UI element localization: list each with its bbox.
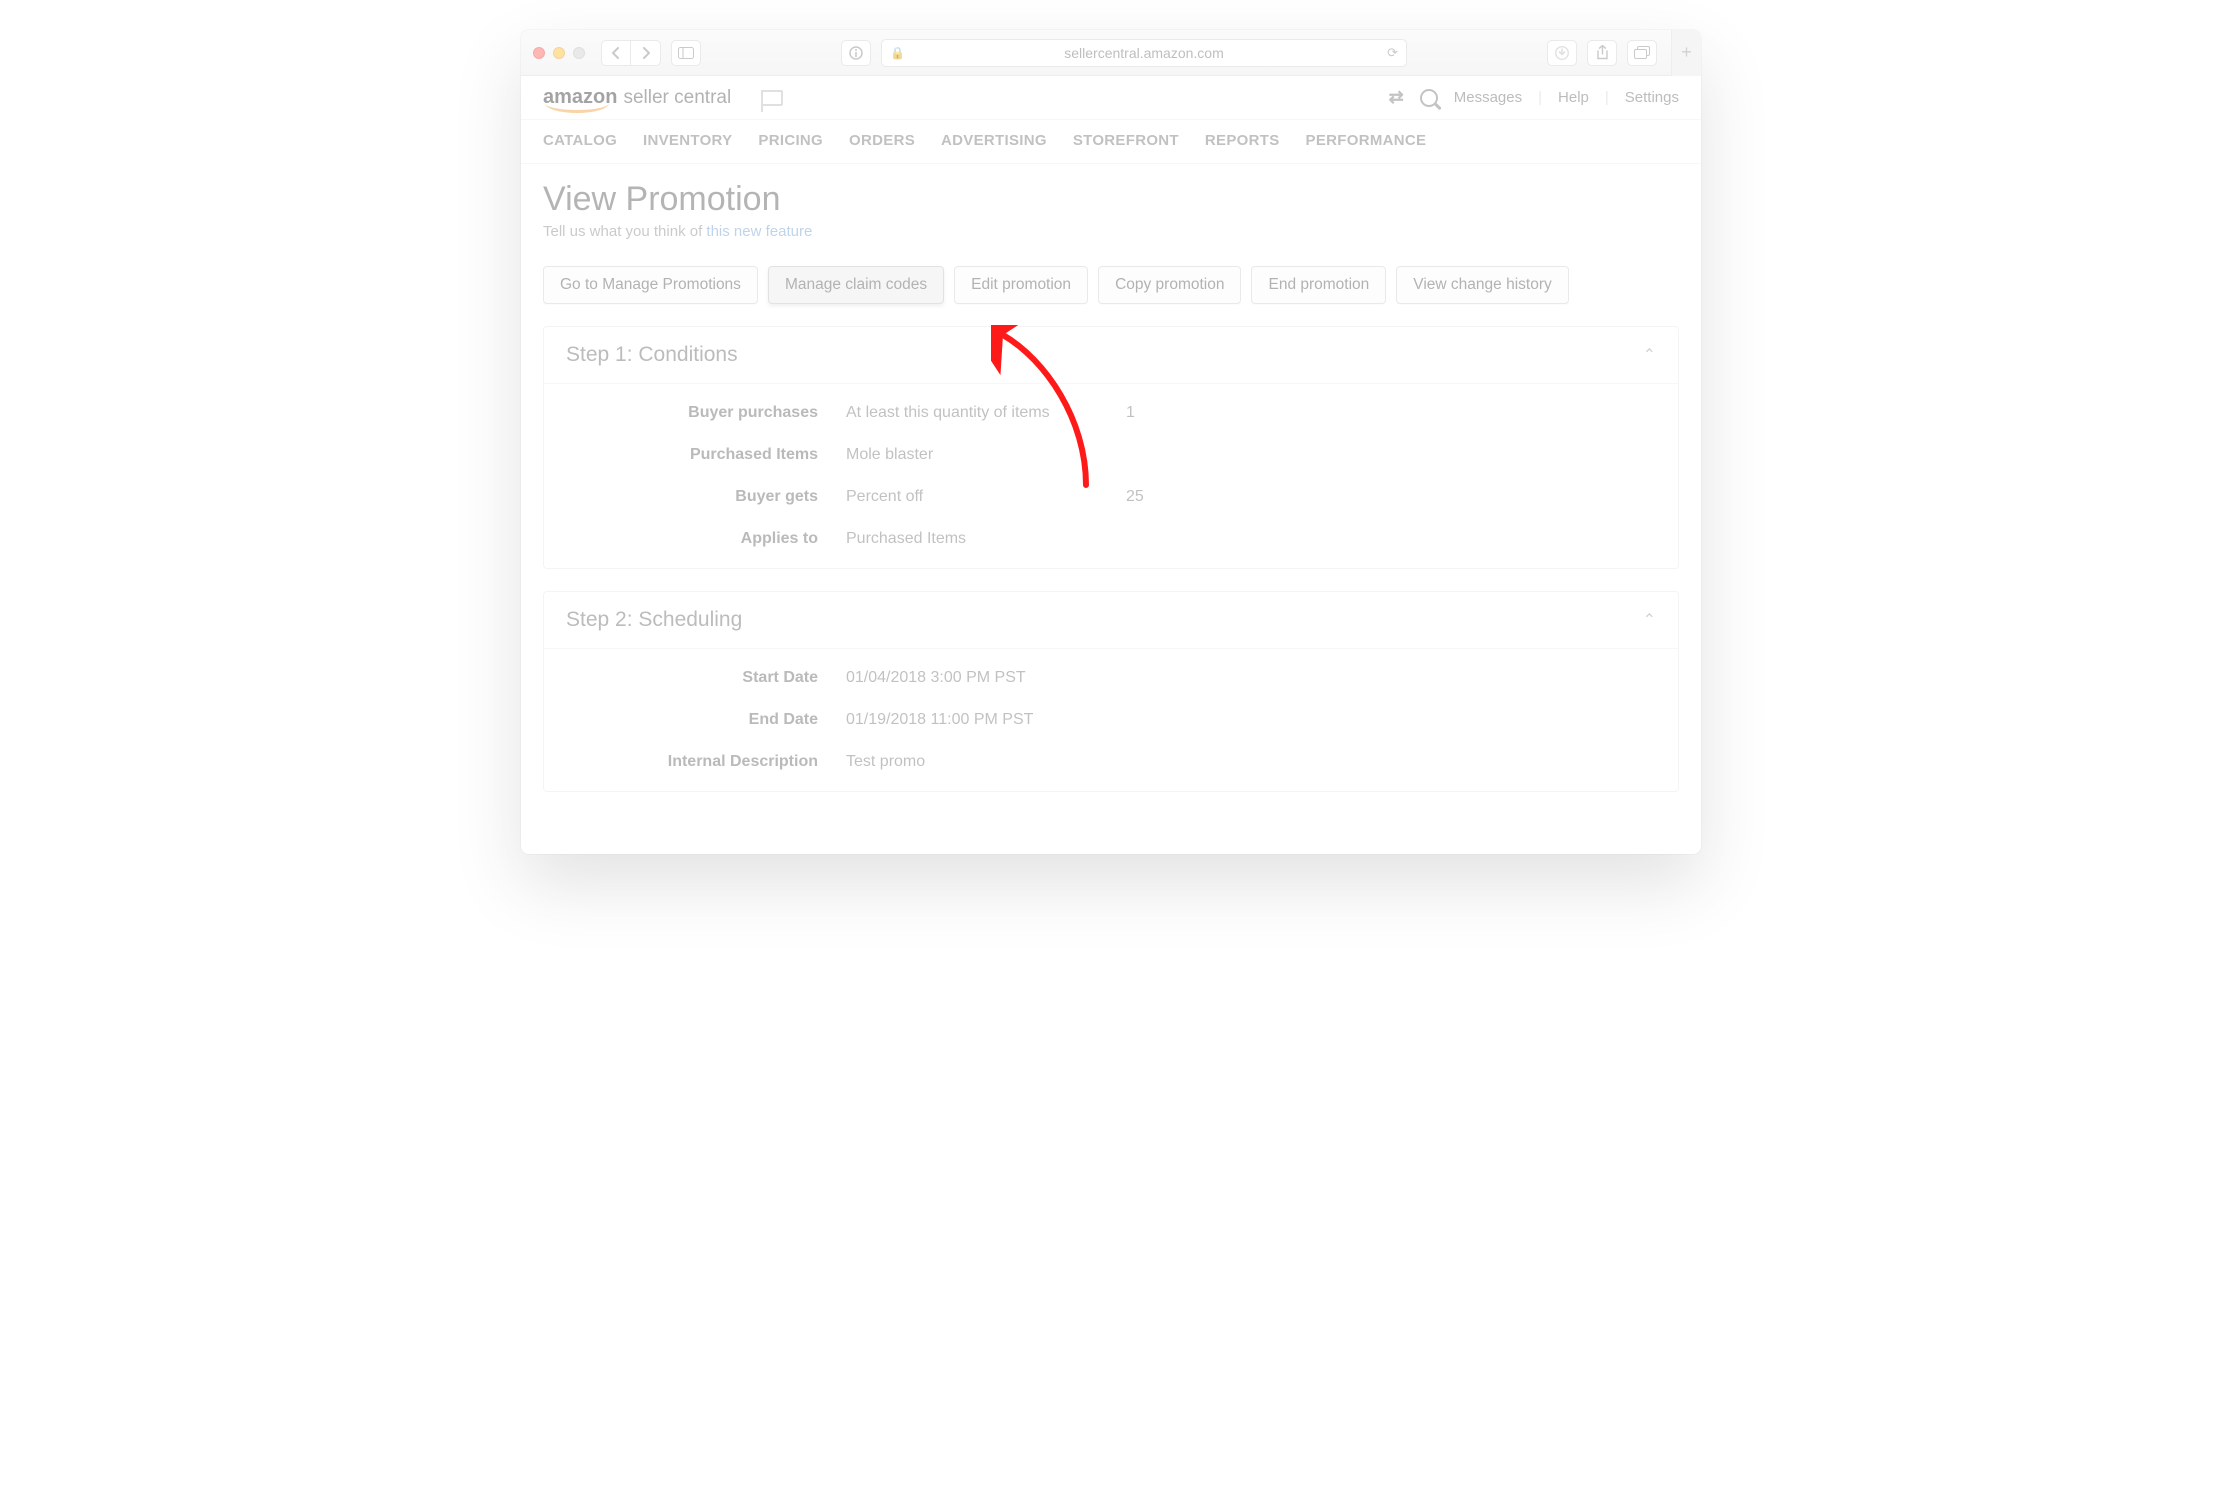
label-buyer-gets: Buyer gets <box>566 488 846 506</box>
chevron-right-icon <box>641 47 651 59</box>
nav-storefront[interactable]: STOREFRONT <box>1073 132 1179 149</box>
forward-button[interactable] <box>631 40 661 66</box>
browser-window: 🔒 sellercentral.amazon.com ⟳ + amazon se… <box>521 30 1701 854</box>
zoom-window-button[interactable] <box>573 47 585 59</box>
step1-header[interactable]: Step 1: Conditions ⌃ <box>544 327 1678 383</box>
lock-icon: 🔒 <box>890 46 905 60</box>
header-link-messages[interactable]: Messages <box>1454 89 1522 106</box>
chevron-left-icon <box>611 47 621 59</box>
manage-claim-codes-button[interactable]: Manage claim codes <box>768 266 944 304</box>
marketplace-flag-icon[interactable] <box>761 90 783 106</box>
step1-panel: Step 1: Conditions ⌃ Buyer purchasesAt l… <box>543 326 1679 569</box>
value-start-date: 01/04/2018 3:00 PM PST <box>846 669 1656 687</box>
value-internal-description: Test promo <box>846 753 1656 771</box>
go-to-manage-promotions-button[interactable]: Go to Manage Promotions <box>543 266 758 304</box>
url-text: sellercentral.amazon.com <box>1064 45 1224 61</box>
page-title: View Promotion <box>543 180 1679 219</box>
brand-amazon: amazon <box>543 86 617 109</box>
site-header: amazon seller central ⇄ Messages | Help … <box>521 76 1701 120</box>
step2-title: Step 2: Scheduling <box>566 608 742 632</box>
sidebar-toggle-button[interactable] <box>671 40 701 66</box>
label-internal-description: Internal Description <box>566 753 846 771</box>
header-link-settings[interactable]: Settings <box>1625 89 1679 106</box>
label-start-date: Start Date <box>566 669 846 687</box>
tabs-button[interactable] <box>1627 40 1657 66</box>
share-button[interactable] <box>1587 40 1617 66</box>
step2-header[interactable]: Step 2: Scheduling ⌃ <box>544 592 1678 648</box>
primary-nav: CATALOG INVENTORY PRICING ORDERS ADVERTI… <box>521 120 1701 164</box>
label-buyer-purchases: Buyer purchases <box>566 404 846 422</box>
divider: | <box>1538 89 1542 106</box>
site-info-button[interactable] <box>841 40 871 66</box>
reload-icon[interactable]: ⟳ <box>1387 45 1398 61</box>
nav-inventory[interactable]: INVENTORY <box>643 132 732 149</box>
brand-logo[interactable]: amazon seller central <box>543 86 731 109</box>
action-bar: Go to Manage Promotions Manage claim cod… <box>543 266 1679 304</box>
feedback-link[interactable]: this new feature <box>706 223 812 240</box>
window-controls <box>533 47 585 59</box>
address-bar[interactable]: 🔒 sellercentral.amazon.com ⟳ <box>881 39 1407 67</box>
back-button[interactable] <box>601 40 631 66</box>
copy-promotion-button[interactable]: Copy promotion <box>1098 266 1241 304</box>
info-icon <box>849 46 863 60</box>
tabs-icon <box>1634 46 1650 59</box>
minimize-window-button[interactable] <box>553 47 565 59</box>
downloads-button[interactable] <box>1547 40 1577 66</box>
panel-icon <box>678 47 694 59</box>
close-window-button[interactable] <box>533 47 545 59</box>
search-icon[interactable] <box>1420 89 1438 107</box>
nav-catalog[interactable]: CATALOG <box>543 132 617 149</box>
label-end-date: End Date <box>566 711 846 729</box>
page: amazon seller central ⇄ Messages | Help … <box>521 76 1701 854</box>
browser-toolbar: 🔒 sellercentral.amazon.com ⟳ + <box>521 30 1701 76</box>
header-link-help[interactable]: Help <box>1558 89 1589 106</box>
view-change-history-button[interactable]: View change history <box>1396 266 1568 304</box>
feedback-line: Tell us what you think of this new featu… <box>543 223 1679 240</box>
nav-advertising[interactable]: ADVERTISING <box>941 132 1047 149</box>
divider: | <box>1605 89 1609 106</box>
brand-seller-central: seller central <box>623 87 731 109</box>
new-tab-button[interactable]: + <box>1671 30 1701 76</box>
switch-icon[interactable]: ⇄ <box>1389 87 1404 108</box>
chevron-up-icon: ⌃ <box>1643 345 1656 365</box>
value-applies-to: Purchased Items <box>846 530 1656 548</box>
value-purchased-items: Mole blaster <box>846 446 1656 464</box>
label-purchased-items: Purchased Items <box>566 446 846 464</box>
nav-orders[interactable]: ORDERS <box>849 132 915 149</box>
step2-panel: Step 2: Scheduling ⌃ Start Date01/04/201… <box>543 591 1679 792</box>
nav-performance[interactable]: PERFORMANCE <box>1306 132 1427 149</box>
download-icon <box>1555 46 1569 60</box>
nav-reports[interactable]: REPORTS <box>1205 132 1280 149</box>
value-buyer-gets-desc: Percent off <box>846 488 1126 506</box>
nav-pricing[interactable]: PRICING <box>758 132 823 149</box>
value-buyer-gets-amount: 25 <box>1126 488 1656 506</box>
step1-title: Step 1: Conditions <box>566 343 738 367</box>
value-buyer-purchases-desc: At least this quantity of items <box>846 404 1126 422</box>
end-promotion-button[interactable]: End promotion <box>1251 266 1386 304</box>
label-applies-to: Applies to <box>566 530 846 548</box>
value-end-date: 01/19/2018 11:00 PM PST <box>846 711 1656 729</box>
edit-promotion-button[interactable]: Edit promotion <box>954 266 1088 304</box>
value-buyer-purchases-qty: 1 <box>1126 404 1656 422</box>
chevron-up-icon: ⌃ <box>1643 610 1656 630</box>
share-icon <box>1596 45 1609 60</box>
feedback-lead: Tell us what you think of <box>543 223 706 240</box>
